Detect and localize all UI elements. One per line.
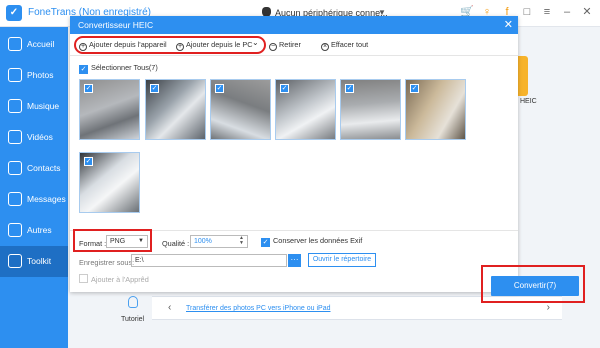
clear-all-label: Effacer tout — [331, 40, 369, 49]
checkbox-checked-icon[interactable]: ✓ — [84, 157, 93, 166]
checkbox-checked-icon[interactable]: ✓ — [150, 84, 159, 93]
video-icon — [8, 130, 22, 144]
checkbox-checked-icon: ✓ — [79, 65, 88, 74]
sidebar-item-photos[interactable]: Photos — [0, 60, 68, 91]
close-icon[interactable]: ✕ — [580, 5, 594, 19]
format-value: PNG — [110, 238, 126, 245]
checkbox-checked-icon[interactable]: ✓ — [280, 84, 289, 93]
heic-converter-dialog: Convertisseur HEIC ✕ + Ajouter depuis l'a… — [70, 16, 585, 303]
sidebar-item-label: Messages — [27, 194, 66, 204]
sidebar-item-label: Vidéos — [27, 132, 53, 142]
keep-exif-label: Conserver les données Exif — [273, 236, 363, 245]
photo-thumbnail[interactable]: ✓ — [275, 79, 336, 140]
browse-button[interactable]: ··· — [288, 254, 301, 267]
photo-thumbnail[interactable]: ✓ — [405, 79, 466, 140]
add-to-itunes-checkbox[interactable]: Ajouter à l'Apprêd — [79, 274, 149, 284]
photo-thumbnail[interactable]: ✓ — [79, 152, 140, 213]
sidebar-item-accueil[interactable]: Accueil — [0, 29, 68, 60]
checkbox-checked-icon[interactable]: ✓ — [84, 84, 93, 93]
sidebar: Accueil Photos Musique Vidéos Contacts M… — [0, 27, 68, 348]
chat-icon[interactable]: □ — [520, 5, 534, 19]
sidebar-item-label: Autres — [27, 225, 52, 235]
checkbox-checked-icon[interactable]: ✓ — [410, 84, 419, 93]
photo-icon — [8, 68, 22, 82]
quality-value: 100% — [194, 238, 212, 245]
convert-button[interactable]: Convertir(7) — [491, 276, 579, 296]
sidebar-item-contacts[interactable]: Contacts — [0, 153, 68, 184]
spinner-icon[interactable]: ▲ ▼ — [239, 236, 244, 246]
format-label: Format : — [79, 239, 107, 248]
checkbox-unchecked-icon — [79, 274, 88, 283]
tutorial-link[interactable]: Transférer des photos PC vers iPhone ou … — [186, 305, 330, 312]
dialog-title: Convertisseur HEIC — [78, 20, 154, 30]
checkbox-checked-icon: ✓ — [261, 238, 270, 247]
lightbulb-icon — [128, 296, 138, 308]
sidebar-item-videos[interactable]: Vidéos — [0, 122, 68, 153]
select-all-checkbox[interactable]: ✓ Sélectionner Tous(7) — [79, 63, 158, 74]
add-from-device-label: Ajouter depuis l'appareil — [89, 40, 167, 49]
chevron-left-icon[interactable]: ‹ — [168, 302, 171, 313]
photo-thumbnail[interactable]: ✓ — [79, 79, 140, 140]
save-path-value: E:\ — [135, 257, 144, 264]
select-all-label: Sélectionner Tous(7) — [91, 63, 158, 72]
tutorial-label: Tutoriel — [121, 316, 145, 323]
music-icon — [8, 99, 22, 113]
toolkit-icon — [8, 254, 22, 268]
clear-all-button[interactable]: × Effacer tout — [321, 40, 368, 51]
open-directory-button[interactable]: Ouvrir le répertoire — [308, 253, 376, 267]
app-logo-icon: ✓ — [6, 5, 22, 21]
minus-icon: − — [269, 43, 277, 51]
close-circle-icon: × — [321, 43, 329, 51]
photo-thumbnail[interactable]: ✓ — [340, 79, 401, 140]
sidebar-item-autres[interactable]: Autres — [0, 215, 68, 246]
dialog-toolbar: + Ajouter depuis l'appareil + Ajouter depu… — [70, 34, 518, 56]
photo-thumbnail[interactable]: ✓ — [145, 79, 206, 140]
contact-icon — [8, 161, 22, 175]
add-from-pc-label: Ajouter depuis le PC — [186, 40, 253, 49]
message-icon — [8, 192, 22, 206]
quality-stepper[interactable]: 100% ▲ ▼ — [190, 235, 248, 248]
chevron-down-icon[interactable]: ⌄ — [252, 38, 259, 47]
add-from-pc-button[interactable]: + Ajouter depuis le PC — [176, 40, 253, 51]
sidebar-item-label: Toolkit — [27, 256, 52, 266]
close-icon[interactable]: ✕ — [504, 18, 513, 32]
menu-icon[interactable]: ≡ — [540, 5, 554, 19]
quality-label: Qualité : — [162, 239, 190, 248]
sidebar-item-label: Musique — [27, 101, 60, 111]
dialog-header: Convertisseur HEIC ✕ — [70, 16, 518, 34]
add-from-device-button[interactable]: + Ajouter depuis l'appareil — [79, 40, 167, 51]
photo-thumbnail[interactable]: ✓ — [210, 79, 271, 140]
sidebar-item-label: Accueil — [27, 39, 55, 49]
home-icon — [8, 37, 22, 51]
heic-tool-label: HEIC — [520, 98, 537, 105]
plus-icon: + — [176, 43, 184, 51]
save-as-label: Enregistrer sous: — [79, 258, 135, 267]
save-path-input[interactable]: E:\ — [131, 254, 287, 267]
sidebar-item-messages[interactable]: Messages — [0, 184, 68, 215]
checkbox-checked-icon[interactable]: ✓ — [345, 84, 354, 93]
checkbox-checked-icon[interactable]: ✓ — [215, 84, 224, 93]
more-icon — [8, 223, 22, 237]
chevron-right-icon[interactable]: › — [547, 302, 550, 313]
add-to-itunes-label: Ajouter à l'Apprêd — [91, 275, 149, 284]
sidebar-item-toolkit[interactable]: Toolkit — [0, 246, 68, 277]
minimize-icon[interactable]: – — [560, 5, 574, 19]
remove-label: Retirer — [279, 40, 301, 49]
sidebar-item-musique[interactable]: Musique — [0, 91, 68, 122]
plus-icon: + — [79, 43, 87, 51]
sidebar-item-label: Photos — [27, 70, 54, 80]
format-select[interactable]: PNG ▼ — [106, 235, 148, 248]
keep-exif-checkbox[interactable]: ✓ Conserver les données Exif — [261, 236, 362, 247]
thumbnail-grid: ✓ ✓ ✓ ✓ ✓ ✓ ✓ — [79, 79, 519, 219]
remove-button[interactable]: − Retirer — [269, 40, 301, 51]
sidebar-item-label: Contacts — [27, 163, 61, 173]
chevron-down-icon: ▼ — [138, 238, 144, 244]
